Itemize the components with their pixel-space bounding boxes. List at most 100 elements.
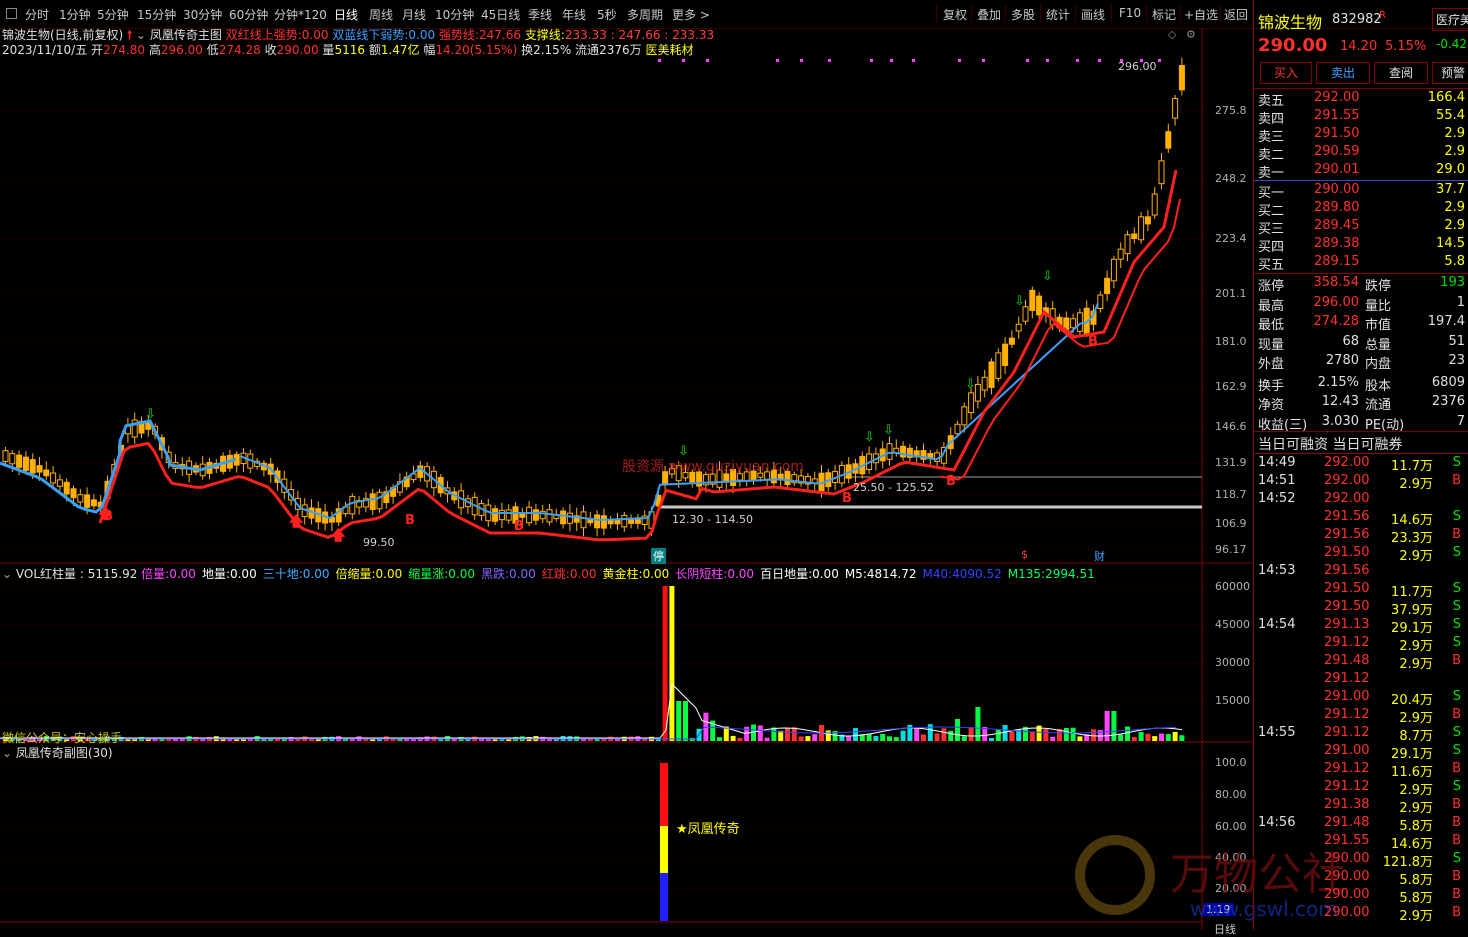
- tick-price: 291.00: [1324, 689, 1370, 704]
- buy-signal-label: B: [842, 491, 852, 506]
- volume-bar: [907, 724, 913, 741]
- candle-body: [90, 499, 97, 507]
- sub-indicator-name[interactable]: 凤凰传奇副图(30): [16, 746, 113, 760]
- stat-row: 净资 12.43 流通 2376: [1258, 394, 1468, 413]
- price-axis-label: 223.4: [1215, 232, 1247, 245]
- candle-body: [43, 469, 50, 477]
- fin-badge[interactable]: 财: [1094, 548, 1105, 564]
- volume-bar: [683, 701, 688, 741]
- stat-label: 收益(三): [1258, 417, 1308, 433]
- tick-side: S: [1452, 689, 1461, 704]
- volume-bar: [1002, 725, 1008, 741]
- tick-volume: 8.7万: [1399, 729, 1433, 744]
- volume-bar: [1179, 735, 1185, 741]
- candle-body: [1151, 193, 1158, 216]
- stat-label: 换手: [1258, 378, 1285, 394]
- volume-bar: [812, 734, 818, 741]
- bid-label: 买二: [1258, 204, 1285, 219]
- candle-body: [995, 352, 1002, 379]
- volume-bar: [1050, 736, 1056, 741]
- price-axis-label: 131.9: [1215, 456, 1247, 469]
- tick-side: S: [1452, 725, 1461, 740]
- tick-row: 291.38 2.9万 B: [1258, 797, 1468, 816]
- candle-body: [1138, 216, 1145, 241]
- tick-volume: 2.9万: [1399, 909, 1433, 924]
- bid-row: 买三 289.45 2.9: [1258, 218, 1468, 237]
- candle-body: [1076, 312, 1083, 332]
- stock-code-flag: R: [1379, 10, 1386, 21]
- signal-dot: [658, 59, 661, 62]
- collapse-icon[interactable]: ⌄: [2, 567, 12, 581]
- dollar-badge[interactable]: $: [1021, 548, 1028, 561]
- stat-value: 296.00: [1313, 294, 1360, 310]
- tick-time: 14:54: [1258, 617, 1296, 632]
- volume-bar: [1165, 734, 1171, 741]
- price-axis-label: 106.9: [1215, 517, 1247, 530]
- sell-arrow-icon: ⇩: [883, 423, 894, 438]
- candle-body: [1029, 289, 1036, 311]
- quote-panel: 锦波生物 832982 R 医疗美 290.00 14.20 5.15% -0.…: [1214, 0, 1468, 936]
- tick-volume: 5.8万: [1399, 891, 1433, 906]
- bid-price: 289.15: [1314, 254, 1360, 269]
- candle-body: [36, 465, 43, 473]
- sell-arrow-icon: ⇩: [965, 377, 976, 392]
- tick-volume: 23.3万: [1391, 531, 1433, 546]
- tick-side: S: [1452, 851, 1461, 866]
- volume-bar: [1077, 736, 1083, 741]
- candle-body: [621, 514, 628, 528]
- sub-bar-blue: [660, 873, 668, 921]
- tick-volume: 2.9万: [1399, 657, 1433, 672]
- sell-button[interactable]: 卖出: [1316, 62, 1370, 84]
- bottom-tab[interactable]: 日线: [1214, 921, 1236, 937]
- candle-body: [1002, 343, 1009, 366]
- stat-row: 外盘 2780 内盘 23: [1258, 353, 1468, 372]
- divider: [1254, 273, 1468, 274]
- sector-tab[interactable]: 医疗美: [1432, 8, 1468, 31]
- ask-row: 卖二 290.59 2.9: [1258, 144, 1468, 163]
- tick-side: B: [1452, 527, 1461, 542]
- stat-label-2: 市值: [1365, 318, 1392, 333]
- tick-side: B: [1452, 833, 1461, 848]
- volume-bar: [941, 728, 947, 741]
- candle-body: [1172, 98, 1179, 119]
- stop-badge[interactable]: 停: [651, 548, 666, 564]
- candle-body: [1015, 323, 1022, 332]
- volume-bar: [955, 719, 960, 741]
- volume-bar: [900, 730, 906, 741]
- volume-bar: [934, 733, 940, 741]
- collapse-icon[interactable]: ⌄: [2, 746, 12, 760]
- volume-bar: [764, 737, 770, 741]
- candle-body: [968, 392, 975, 414]
- sub-axis-label: 80.00: [1215, 788, 1247, 801]
- bid-price: 289.38: [1314, 236, 1360, 251]
- ask-row: 卖一 290.01 29.0: [1258, 162, 1468, 181]
- tick-price: 291.50: [1324, 581, 1370, 596]
- candle-body: [1070, 318, 1077, 329]
- candle-body: [1165, 131, 1172, 149]
- stock-name[interactable]: 锦波生物: [1258, 9, 1322, 33]
- buy-signal-label: B: [946, 474, 956, 489]
- candle-body: [600, 515, 607, 529]
- vol-item-label: M135:: [1007, 567, 1046, 581]
- stat-value-2: 2376: [1431, 394, 1465, 409]
- volume-bar: [669, 586, 675, 741]
- tick-side: B: [1452, 707, 1461, 722]
- tick-row: 291.12 2.9万 S: [1258, 779, 1468, 798]
- buy-button[interactable]: 买入: [1260, 62, 1312, 84]
- tick-volume: 14.6万: [1391, 513, 1433, 528]
- vol-indicator-name[interactable]: VOL红柱量: [16, 567, 76, 581]
- alert-button[interactable]: 预警: [1432, 62, 1468, 84]
- tick-row: 290.00 5.8万 B: [1258, 869, 1468, 888]
- sub-axis-label: 60.00: [1215, 820, 1247, 833]
- signal-dot: [890, 59, 893, 62]
- tick-side: S: [1452, 635, 1461, 650]
- tick-row: 291.00 29.1万 S: [1258, 743, 1468, 762]
- candle-body: [22, 456, 29, 471]
- bid-price: 289.45: [1314, 218, 1360, 233]
- tick-price: 292.00: [1324, 455, 1370, 470]
- buy-signal-label: B: [103, 509, 113, 524]
- query-button[interactable]: 查阅: [1374, 62, 1428, 84]
- price-change: 14.20: [1340, 39, 1378, 54]
- signal-dot: [912, 59, 915, 62]
- candle-body: [1144, 216, 1151, 225]
